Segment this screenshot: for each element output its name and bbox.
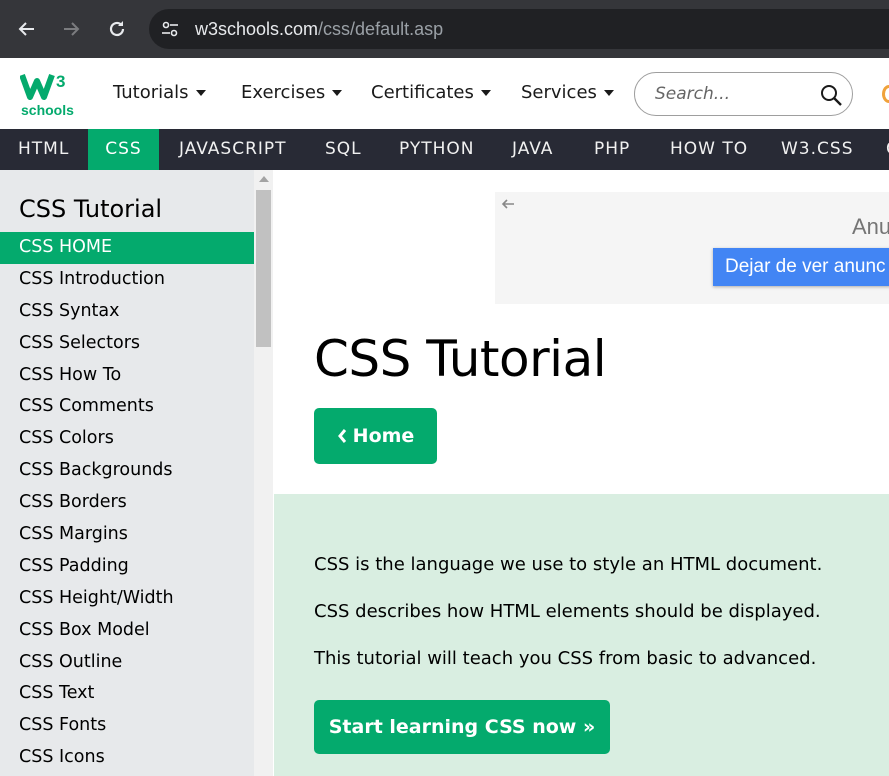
home-button[interactable]: Home bbox=[314, 408, 437, 464]
topnav-sql[interactable]: SQL bbox=[307, 129, 380, 170]
url-host: w3schools.com bbox=[195, 19, 319, 39]
sidebar-scrollbar[interactable] bbox=[254, 170, 273, 776]
chevron-left-icon bbox=[337, 429, 346, 443]
back-arrow-icon[interactable] bbox=[500, 196, 516, 212]
sidebar-item-css-colors[interactable]: CSS Colors bbox=[0, 423, 254, 455]
back-icon bbox=[18, 22, 34, 36]
topnav-css[interactable]: CSS bbox=[88, 129, 159, 170]
site-info-icon[interactable] bbox=[161, 20, 179, 38]
url-path: /css/default.asp bbox=[318, 19, 444, 39]
topnav-how-to[interactable]: HOW TO bbox=[652, 129, 766, 170]
menu-label: Exercises bbox=[241, 82, 326, 103]
caret-down-icon bbox=[603, 89, 614, 96]
forward-icon bbox=[64, 22, 80, 36]
topnav-javascript[interactable]: JAVASCRIPT bbox=[161, 129, 305, 170]
site-header: 3 schools Tutorials Exercises Certificat… bbox=[0, 58, 889, 129]
sidebar-item-css-icons[interactable]: CSS Icons bbox=[0, 742, 254, 774]
start-learning-button[interactable]: Start learning CSS now » bbox=[314, 700, 610, 754]
address-bar[interactable]: w3schools.com/css/default.asp bbox=[149, 9, 889, 49]
topic-navbar: HTML CSS JAVASCRIPT SQL PYTHON JAVA PHP … bbox=[0, 129, 889, 170]
sidebar-item-css-outline[interactable]: CSS Outline bbox=[0, 647, 254, 679]
sidebar-item-css-introduction[interactable]: CSS Introduction bbox=[0, 264, 254, 296]
url-text: w3schools.com/css/default.asp bbox=[195, 19, 443, 40]
scrollbar-thumb[interactable] bbox=[256, 190, 271, 347]
menu-label: Services bbox=[521, 82, 597, 103]
sidebar-item-css-home[interactable]: CSS HOME bbox=[0, 232, 254, 264]
sidebar-item-css-text[interactable]: CSS Text bbox=[0, 678, 254, 710]
sidebar-item-css-backgrounds[interactable]: CSS Backgrounds bbox=[0, 455, 254, 487]
reload-icon bbox=[109, 21, 125, 37]
stop-ads-button[interactable]: Dejar de ver anunc bbox=[713, 248, 889, 286]
sidebar-item-css-comments[interactable]: CSS Comments bbox=[0, 391, 254, 423]
sidebar-item-css-borders[interactable]: CSS Borders bbox=[0, 487, 254, 519]
topnav-w3css[interactable]: W3.CSS bbox=[763, 129, 871, 170]
browser-toolbar: w3schools.com/css/default.asp bbox=[0, 0, 889, 58]
search-box bbox=[634, 72, 853, 116]
topnav-java[interactable]: JAVA bbox=[494, 129, 571, 170]
home-button-label: Home bbox=[352, 425, 415, 447]
intro-line: This tutorial will teach you CSS from ba… bbox=[314, 648, 817, 669]
topnav-html[interactable]: HTML bbox=[0, 129, 87, 170]
intro-panel: CSS is the language we use to style an H… bbox=[274, 494, 889, 776]
user-icon[interactable] bbox=[882, 85, 889, 103]
search-input[interactable] bbox=[655, 83, 815, 105]
logo-text: schools bbox=[21, 102, 74, 118]
caret-down-icon bbox=[332, 89, 343, 96]
sidebar-item-css-padding[interactable]: CSS Padding bbox=[0, 551, 254, 583]
caret-down-icon bbox=[195, 89, 206, 96]
sidebar-item-css-box-model[interactable]: CSS Box Model bbox=[0, 615, 254, 647]
menu-certificates[interactable]: Certificates bbox=[371, 82, 491, 103]
sidebar-list: CSS HOME CSS Introduction CSS Syntax CSS… bbox=[0, 232, 254, 774]
sidebar-item-css-selectors[interactable]: CSS Selectors bbox=[0, 328, 254, 360]
sidebar-heading: CSS Tutorial bbox=[19, 195, 163, 223]
menu-label: Certificates bbox=[371, 82, 474, 103]
menu-label: Tutorials bbox=[113, 82, 189, 103]
forward-button[interactable] bbox=[56, 14, 86, 44]
menu-services[interactable]: Services bbox=[521, 82, 614, 103]
back-button[interactable] bbox=[12, 14, 42, 44]
w3schools-logo[interactable]: 3 schools bbox=[19, 67, 74, 119]
ad-label: Anu bbox=[852, 214, 889, 239]
topnav-python[interactable]: PYTHON bbox=[381, 129, 493, 170]
menu-exercises[interactable]: Exercises bbox=[241, 82, 343, 103]
caret-down-icon bbox=[480, 89, 491, 96]
reload-button[interactable] bbox=[102, 14, 132, 44]
sidebar-item-css-how-to[interactable]: CSS How To bbox=[0, 360, 254, 392]
page-title: CSS Tutorial bbox=[314, 330, 607, 388]
menu-tutorials[interactable]: Tutorials bbox=[113, 82, 206, 103]
topnav-php[interactable]: PHP bbox=[576, 129, 648, 170]
search-icon[interactable] bbox=[819, 83, 843, 107]
logo-mark: 3 schools bbox=[19, 72, 74, 118]
sidebar-item-css-fonts[interactable]: CSS Fonts bbox=[0, 710, 254, 742]
sidebar: CSS Tutorial CSS HOME CSS Introduction C… bbox=[0, 170, 254, 776]
logo-superscript: 3 bbox=[56, 72, 65, 91]
topnav-c[interactable]: C bbox=[868, 129, 889, 170]
scroll-up-arrow-icon[interactable] bbox=[259, 176, 269, 182]
ad-banner: Anu Dejar de ver anunc bbox=[495, 192, 889, 304]
intro-line: CSS is the language we use to style an H… bbox=[314, 554, 823, 575]
sidebar-item-css-height-width[interactable]: CSS Height/Width bbox=[0, 583, 254, 615]
sidebar-item-css-margins[interactable]: CSS Margins bbox=[0, 519, 254, 551]
main-content: Anu Dejar de ver anunc CSS Tutorial Home… bbox=[274, 170, 889, 776]
sidebar-item-css-syntax[interactable]: CSS Syntax bbox=[0, 296, 254, 328]
intro-line: CSS describes how HTML elements should b… bbox=[314, 601, 821, 622]
